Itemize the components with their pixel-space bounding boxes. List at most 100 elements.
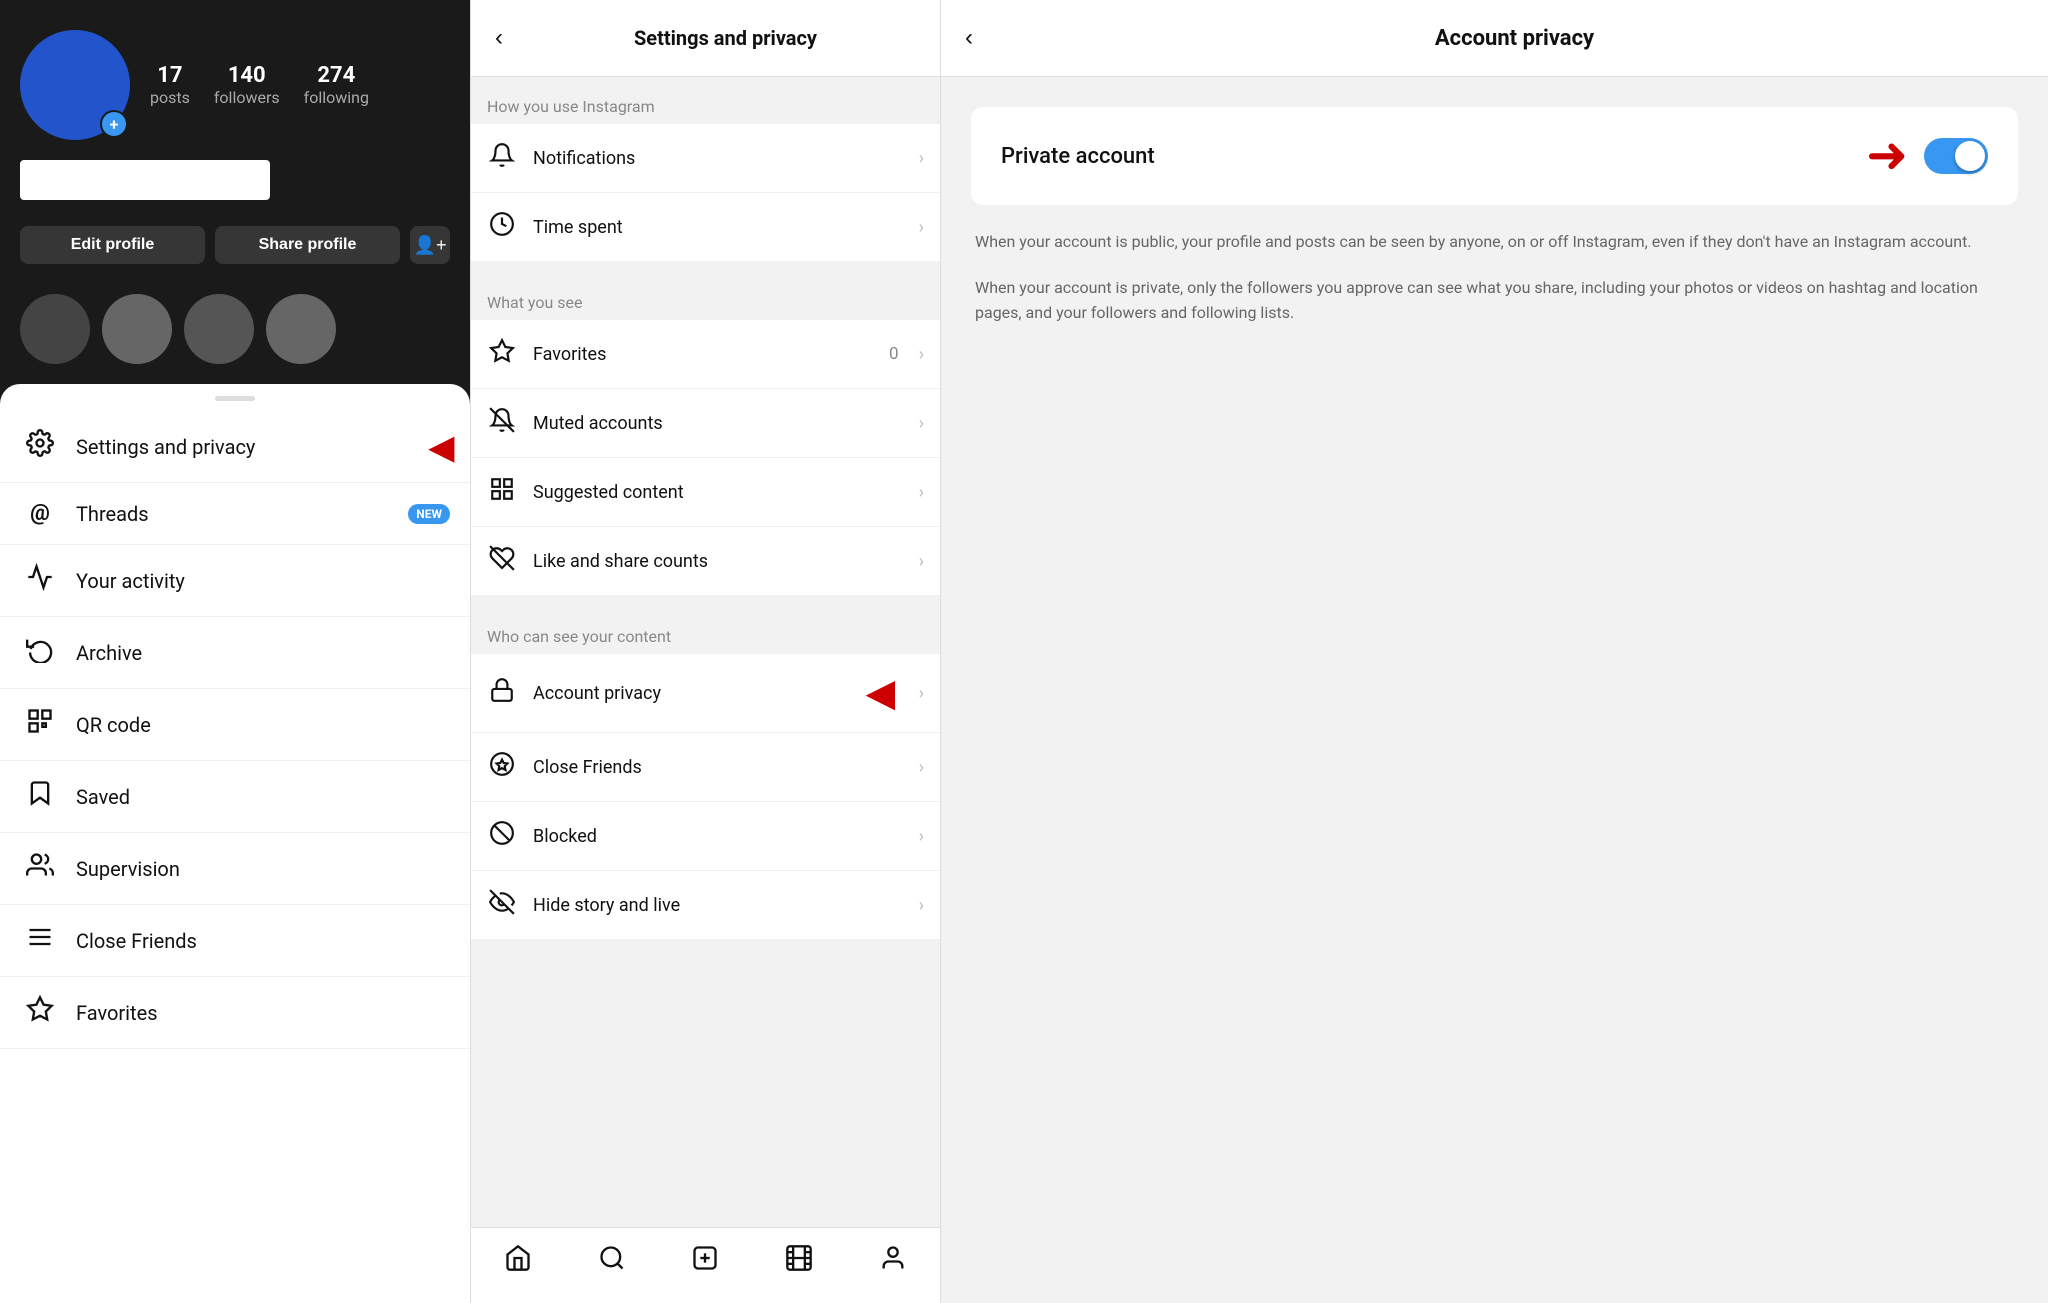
- menu-item-archive[interactable]: Archive: [0, 617, 470, 689]
- profile-stats: 17 posts 140 followers 274 following: [150, 63, 450, 107]
- followers-stat: 140 followers: [214, 63, 280, 107]
- avatar: +: [20, 30, 130, 140]
- settings-back-button[interactable]: ‹: [487, 20, 511, 56]
- settings-body: How you use Instagram Notifications › Ti…: [471, 77, 940, 1227]
- section1-card: Notifications › Time spent ›: [471, 124, 940, 261]
- section1-label: How you use Instagram: [471, 77, 940, 124]
- suggested-icon: [487, 476, 517, 508]
- settings-title: Settings and privacy: [527, 26, 924, 50]
- notifications-label: Notifications: [533, 148, 903, 169]
- muted-chevron: ›: [919, 413, 924, 434]
- bell-icon: [487, 142, 517, 174]
- menu-item-supervision[interactable]: Supervision: [0, 833, 470, 905]
- posts-count: 17: [157, 63, 182, 88]
- close-friends-settings-row[interactable]: Close Friends ›: [471, 733, 940, 802]
- privacy-title: Account privacy: [997, 26, 2032, 51]
- reels-nav-icon[interactable]: [773, 1240, 825, 1283]
- favorites-row[interactable]: Favorites 0 ›: [471, 320, 940, 389]
- toggle-arrow-area: ➜: [1866, 131, 1988, 181]
- private-account-row: Private account ➜: [971, 107, 2018, 205]
- qrcode-label: QR code: [76, 713, 151, 737]
- menu-item-qrcode[interactable]: QR code: [0, 689, 470, 761]
- heart-off-icon: [487, 545, 517, 577]
- menu-item-saved[interactable]: Saved: [0, 761, 470, 833]
- like-share-chevron: ›: [919, 551, 924, 572]
- suggested-content-row[interactable]: Suggested content ›: [471, 458, 940, 527]
- blocked-row[interactable]: Blocked ›: [471, 802, 940, 871]
- blocked-label: Blocked: [533, 826, 903, 847]
- close-friends-settings-label: Close Friends: [533, 757, 903, 778]
- avatar-badge: +: [100, 110, 128, 138]
- followers-count: 140: [228, 63, 266, 88]
- followers-label: followers: [214, 88, 280, 107]
- posts-label: posts: [150, 88, 190, 107]
- supervision-label: Supervision: [76, 857, 180, 881]
- settings-icon: [24, 429, 56, 464]
- muted-accounts-row[interactable]: Muted accounts ›: [471, 389, 940, 458]
- favorites-settings-label: Favorites: [533, 344, 873, 365]
- privacy-body: Private account ➜ When your account is p…: [941, 77, 2048, 376]
- menu-item-close-friends[interactable]: Close Friends: [0, 905, 470, 977]
- section3-card: Account privacy ◀ › Close Friends › Bloc…: [471, 654, 940, 939]
- hide-story-label: Hide story and live: [533, 895, 903, 916]
- privacy-back-button[interactable]: ‹: [957, 20, 981, 56]
- section3-label: Who can see your content: [471, 607, 940, 654]
- like-share-row[interactable]: Like and share counts ›: [471, 527, 940, 595]
- section2-label: What you see: [471, 273, 940, 320]
- profile-nav-icon[interactable]: [867, 1240, 919, 1283]
- add-nav-icon[interactable]: [679, 1240, 731, 1283]
- close-friends-icon: [24, 923, 56, 958]
- private-account-toggle[interactable]: [1924, 138, 1988, 174]
- block-icon: [487, 820, 517, 852]
- menu-item-activity[interactable]: Your activity: [0, 545, 470, 617]
- favorites-chevron: ›: [919, 344, 924, 365]
- story-bubble-4[interactable]: [266, 294, 336, 364]
- divider-1: [471, 261, 940, 273]
- hide-story-chevron: ›: [919, 895, 924, 916]
- home-nav-icon[interactable]: [492, 1240, 544, 1283]
- edit-profile-button[interactable]: Edit profile: [20, 226, 205, 264]
- settings-header: ‹ Settings and privacy: [471, 0, 940, 77]
- account-privacy-row[interactable]: Account privacy ◀ ›: [471, 654, 940, 733]
- account-privacy-red-arrow: ◀: [867, 672, 895, 714]
- close-friends-label: Close Friends: [76, 929, 197, 953]
- account-privacy-chevron: ›: [919, 683, 924, 704]
- search-nav-icon[interactable]: [586, 1240, 638, 1283]
- threads-icon: @: [24, 501, 56, 526]
- activity-label: Your activity: [76, 569, 185, 593]
- divider-2: [471, 595, 940, 607]
- close-friends-settings-chevron: ›: [919, 757, 924, 778]
- menu-item-settings[interactable]: Settings and privacy ◀: [0, 411, 470, 483]
- circle-star-icon: [487, 751, 517, 783]
- story-bubble-1[interactable]: [20, 294, 90, 364]
- menu-item-threads[interactable]: @ Threads NEW: [0, 483, 470, 545]
- hide-story-row[interactable]: Hide story and live ›: [471, 871, 940, 939]
- notifications-row[interactable]: Notifications ›: [471, 124, 940, 193]
- account-privacy-label: Account privacy: [533, 683, 851, 704]
- eye-off-icon: [487, 889, 517, 921]
- privacy-desc-2: When your account is private, only the f…: [971, 275, 2018, 326]
- profile-buttons: Edit profile Share profile 👤+: [0, 216, 470, 284]
- suggested-content-label: Suggested content: [533, 482, 903, 503]
- following-count: 274: [317, 63, 355, 88]
- menu-item-favorites[interactable]: Favorites: [0, 977, 470, 1049]
- threads-new-badge: NEW: [408, 504, 450, 524]
- blocked-chevron: ›: [919, 826, 924, 847]
- share-profile-button[interactable]: Share profile: [215, 226, 400, 264]
- story-bubble-2[interactable]: [102, 294, 172, 364]
- qrcode-icon: [24, 707, 56, 742]
- menu-drawer: Settings and privacy ◀ @ Threads NEW You…: [0, 384, 470, 1303]
- bottom-nav: [471, 1227, 940, 1303]
- muted-accounts-label: Muted accounts: [533, 413, 903, 434]
- add-person-button[interactable]: 👤+: [410, 226, 450, 264]
- time-spent-row[interactable]: Time spent ›: [471, 193, 940, 261]
- saved-icon: [24, 779, 56, 814]
- mute-icon: [487, 407, 517, 439]
- story-row: [0, 284, 470, 384]
- archive-icon: [24, 635, 56, 670]
- section2-card: Favorites 0 › Muted accounts › Suggested…: [471, 320, 940, 595]
- favorites-label: Favorites: [76, 1001, 158, 1025]
- story-bubble-3[interactable]: [184, 294, 254, 364]
- settings-label: Settings and privacy: [76, 435, 255, 459]
- favorites-count: 0: [889, 344, 899, 364]
